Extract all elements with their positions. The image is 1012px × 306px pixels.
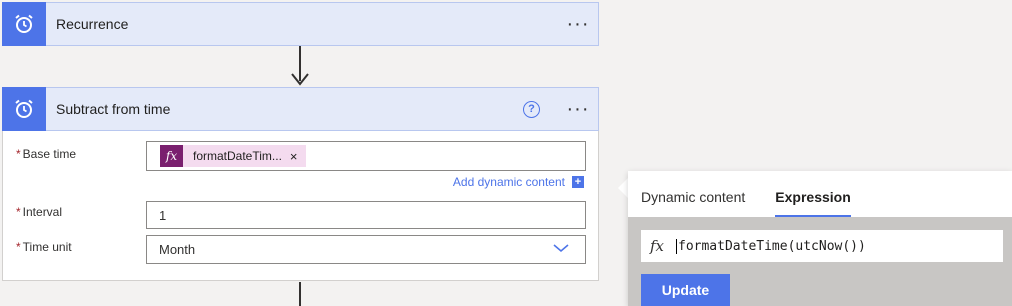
help-icon[interactable]: ? bbox=[523, 100, 540, 118]
recurrence-card-header[interactable]: Recurrence ··· bbox=[2, 1, 599, 46]
interval-input[interactable]: 1 bbox=[146, 201, 586, 229]
fx-icon: fx bbox=[160, 145, 183, 167]
time-unit-label-text: Time unit bbox=[22, 240, 72, 254]
interval-label-text: Interval bbox=[22, 205, 63, 219]
token-label: formatDateTim... bbox=[193, 149, 282, 163]
base-time-label-text: Base time bbox=[22, 147, 77, 161]
expression-pane: fx formatDateTime(utcNow()) Update bbox=[628, 217, 1012, 306]
interval-value: 1 bbox=[159, 207, 167, 223]
alarm-clock-icon bbox=[2, 86, 46, 131]
interval-label: * Interval bbox=[16, 205, 62, 219]
expression-text: formatDateTime(utcNow()) bbox=[676, 238, 866, 254]
update-button[interactable]: Update bbox=[641, 274, 730, 306]
panel-caret bbox=[618, 178, 628, 198]
close-icon[interactable]: × bbox=[290, 149, 298, 164]
time-unit-label: * Time unit bbox=[16, 240, 72, 254]
subtract-card-header[interactable]: Subtract from time ? ··· bbox=[2, 86, 599, 131]
time-unit-value: Month bbox=[159, 242, 196, 257]
plus-icon: + bbox=[572, 176, 584, 188]
arrow-down-icon bbox=[291, 73, 309, 86]
subtract-card-body: * Base time fx formatDateTim... × Add dyn… bbox=[2, 131, 599, 281]
dynamic-content-panel: Dynamic content Expression fx formatDate… bbox=[628, 171, 1012, 306]
subtract-title: Subtract from time bbox=[56, 101, 171, 117]
chevron-down-icon bbox=[553, 244, 569, 253]
connector-line bbox=[299, 282, 301, 306]
expression-token[interactable]: fx formatDateTim... × bbox=[160, 145, 306, 167]
more-icon[interactable]: ··· bbox=[558, 14, 598, 34]
panel-tabs: Dynamic content Expression bbox=[628, 171, 1012, 217]
base-time-label: * Base time bbox=[16, 147, 76, 161]
add-dynamic-content-link[interactable]: Add dynamic content + bbox=[453, 175, 584, 189]
alarm-clock-icon bbox=[2, 1, 46, 46]
required-marker: * bbox=[16, 240, 21, 254]
tab-dynamic-content[interactable]: Dynamic content bbox=[641, 189, 745, 217]
time-unit-select[interactable]: Month bbox=[146, 235, 586, 264]
fx-icon: fx bbox=[650, 237, 665, 255]
required-marker: * bbox=[16, 147, 21, 161]
more-icon[interactable]: ··· bbox=[558, 99, 598, 119]
recurrence-title: Recurrence bbox=[56, 16, 129, 32]
add-dynamic-content-label: Add dynamic content bbox=[452, 175, 565, 189]
base-time-field[interactable]: fx formatDateTim... × bbox=[146, 141, 586, 171]
tab-expression[interactable]: Expression bbox=[775, 189, 851, 217]
required-marker: * bbox=[16, 205, 21, 219]
expression-input[interactable]: fx formatDateTime(utcNow()) bbox=[641, 230, 1003, 262]
